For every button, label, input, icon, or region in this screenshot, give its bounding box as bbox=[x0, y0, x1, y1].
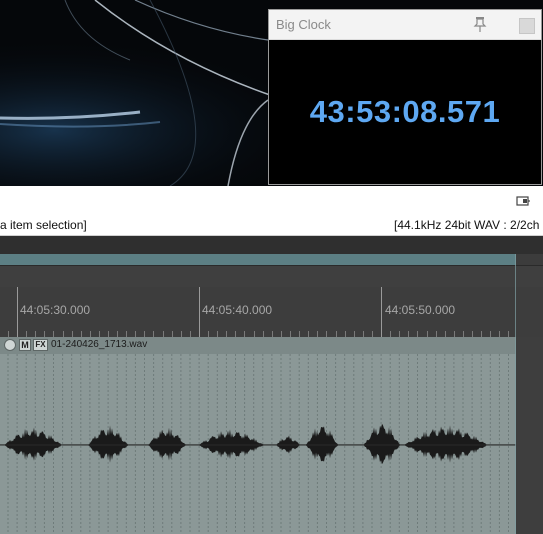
track-end-area bbox=[516, 337, 543, 534]
ruler-tick bbox=[199, 287, 200, 337]
timeline-ruler[interactable]: 44:05:30.000 44:05:40.000 44:05:50.000 bbox=[0, 287, 543, 337]
media-item-header[interactable]: M FX 01-240426_1713.wav bbox=[0, 337, 516, 354]
status-bar: a item selection] [44.1kHz 24bit WAV : 2… bbox=[0, 212, 543, 236]
ruler-label: 44:05:40.000 bbox=[202, 303, 273, 317]
ruler-tick bbox=[17, 287, 18, 337]
waveform-path bbox=[0, 423, 516, 465]
marker-lane[interactable] bbox=[0, 265, 543, 287]
arrange-view[interactable]: 44:05:30.000 44:05:40.000 44:05:50.000 M… bbox=[0, 236, 543, 534]
big-clock-titlebar[interactable]: Big Clock bbox=[269, 10, 541, 40]
ruler-label: 44:05:50.000 bbox=[385, 303, 456, 317]
big-clock-time: 43:53:08.571 bbox=[309, 94, 501, 129]
waveform bbox=[0, 354, 516, 534]
toolbar-strip bbox=[0, 186, 543, 212]
project-end-line bbox=[515, 254, 516, 534]
loop-lane-empty bbox=[516, 254, 543, 265]
selection-info: a item selection] bbox=[0, 218, 87, 232]
media-item-name: 01-240426_1713.wav bbox=[51, 339, 148, 350]
loop-selection-bar[interactable] bbox=[0, 254, 516, 265]
ruler-tick bbox=[381, 287, 382, 337]
big-clock-title: Big Clock bbox=[276, 17, 331, 32]
media-format-info: [44.1kHz 24bit WAV : 2/2ch 1 bbox=[394, 218, 543, 232]
media-item[interactable]: M FX 01-240426_1713.wav bbox=[0, 337, 516, 534]
big-clock-window[interactable]: Big Clock 43:53:08.571 bbox=[268, 9, 542, 185]
region-lane[interactable] bbox=[0, 236, 543, 254]
ruler-label: 44:05:30.000 bbox=[20, 303, 91, 317]
close-icon[interactable] bbox=[519, 18, 535, 34]
item-fx-icon[interactable]: FX bbox=[33, 339, 48, 351]
item-lock-icon[interactable] bbox=[4, 339, 16, 351]
pin-icon[interactable] bbox=[472, 15, 488, 33]
item-mute-icon[interactable]: M bbox=[19, 339, 31, 351]
dock-icon[interactable] bbox=[516, 196, 531, 206]
